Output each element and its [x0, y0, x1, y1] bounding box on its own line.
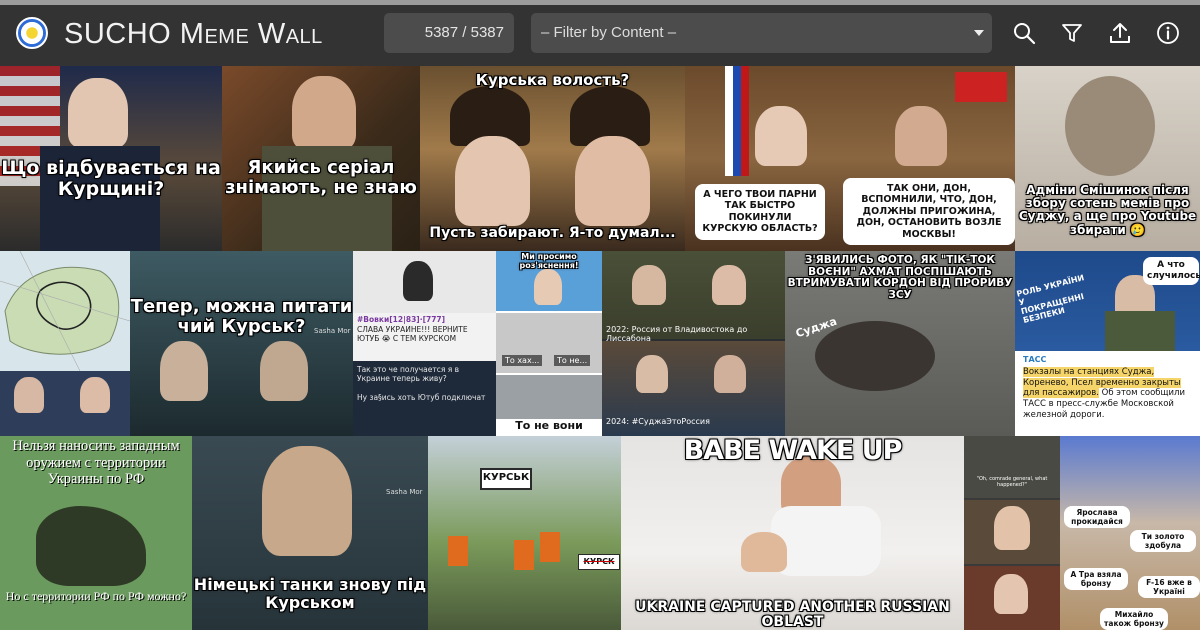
meme-caption-top: Нельзя наносить западным оружием с терри… — [12, 438, 180, 488]
meme-tile-zelensky[interactable]: Якийсь серіал знімають, не знаю — [222, 66, 420, 251]
speech-bubble: А Тра взяла бронзу — [1064, 568, 1128, 590]
chat-message: Ну за§ись хоть Ютуб подключат — [357, 393, 486, 402]
meme-caption-bottom: То не вони — [515, 419, 583, 432]
meme-tile-map[interactable] — [0, 251, 130, 436]
meme-tile-babe-wake-up[interactable]: BABE WAKE UP UKRAINE CAPTURED ANOTHER RU… — [621, 436, 964, 630]
speech-bubble: F-16 вже в Україні — [1138, 576, 1200, 598]
speech-bubble: Михайло також бронзу — [1100, 608, 1168, 630]
chat-message: Так это че получается я в Украине теперь… — [357, 365, 460, 383]
meme-tile-putin-kadyrov[interactable]: А ЧЕГО ТВОИ ПАРНИ ТАК БЫСТРО ПОКИНУЛИ КУ… — [685, 66, 1015, 251]
app-title: SUCHO Meme Wall — [64, 18, 323, 50]
speech-bubble: Ярослава прокидайся — [1064, 506, 1130, 528]
upload-icon[interactable] — [1108, 21, 1132, 45]
chat-header: #Вовки[12|83]·[777] — [357, 315, 446, 324]
road-sign: КУРСК — [578, 554, 620, 570]
meme-tile-chat[interactable]: #Вовки[12|83]·[777] СЛАВА УКРАИНЕ!!! ВЕР… — [353, 251, 496, 436]
meme-tile-kursk-volost[interactable]: Курська волость? Пусть забирают. Я-то ду… — [420, 66, 685, 251]
meme-caption: З'ЯВИЛИСЬ ФОТО, ЯК "ТІК-ТОК ВОЄНИ" АХМАТ… — [787, 254, 1013, 301]
meme-tile-collage[interactable]: "Oh, comrade general, what happened?" — [964, 436, 1060, 630]
meme-caption: Адміни Смішинок після збору сотень мемів… — [1018, 183, 1197, 237]
meme-tile-bronze[interactable]: Ярослава прокидайся Ти золото здобула А … — [1060, 436, 1200, 630]
panel-caption: 2024: #СуджаЭтоРоссия — [606, 417, 710, 426]
meme-caption-bottom: Но с территории РФ по РФ можно? — [5, 589, 187, 603]
meme-tile-kursk-sign[interactable]: КУРСЬК КУРСК — [428, 436, 621, 630]
meme-credit: Sasha Mor — [386, 488, 423, 496]
search-icon[interactable] — [1012, 21, 1036, 45]
meme-caption-top: Ми просимо роз'яснення! — [519, 252, 579, 270]
info-icon[interactable] — [1156, 21, 1180, 45]
chevron-down-icon — [974, 30, 984, 36]
filter-by-content-select[interactable]: – Filter by Content – — [531, 13, 992, 53]
meme-tile-budanov[interactable]: РОЛЬ УКРАЇНИ У ПОКРАЩЕННІ БЕЗПЕКИ А что … — [1015, 251, 1200, 436]
meme-wall: Що відбувається на Курщині? Якийсь серіа… — [0, 66, 1200, 630]
speech-bubble: Ти золото здобула — [1130, 530, 1196, 552]
meme-credit: Sasha Mor — [314, 327, 351, 335]
filter-icon[interactable] — [1060, 21, 1084, 45]
news-source: ТАСС — [1023, 355, 1047, 364]
meme-tile-tiktok-cat[interactable]: З'ЯВИЛИСЬ ФОТО, ЯК "ТІК-ТОК ВОЄНИ" АХМАТ… — [785, 251, 1015, 436]
meme-caption: "Oh, comrade general, what happened?" — [976, 476, 1048, 488]
meme-tile-biden[interactable]: Що відбувається на Курщині? — [0, 66, 222, 251]
speech-bubble-left: А ЧЕГО ТВОИ ПАРНИ ТАК БЫСТРО ПОКИНУЛИ КУ… — [695, 184, 825, 240]
meme-caption: Що відбувається на Курщині? — [1, 157, 221, 200]
road-sign: КУРСЬК — [480, 468, 532, 490]
meme-tile-mcconaughey[interactable]: Sasha Mor Німецькі танки знову під Курсь… — [192, 436, 428, 630]
meme-caption-bottom: UKRAINE CAPTURED ANOTHER RUSSIAN OBLAST — [635, 599, 950, 630]
panel-label: То хах... — [502, 355, 543, 366]
meme-tile-shutter-island[interactable]: Тепер, можна питати чий Курськ? Sasha Mo… — [130, 251, 353, 436]
meme-tile-vladivostok[interactable]: 2022: Россия от Владивостока до Лиссабон… — [602, 251, 785, 436]
meme-caption-top: BABE WAKE UP — [683, 436, 903, 466]
speech-bubble-right: ТАК ОНИ, ДОН, ВСПОМНИЛИ, ЧТО, ДОН, ДОЛЖН… — [843, 178, 1015, 245]
filter-select-label: – Filter by Content – — [541, 24, 677, 41]
meme-tile-zakharova[interactable]: Ми просимо роз'яснення! То хах... То не.… — [496, 251, 602, 436]
top-bar: SUCHO Meme Wall 5387 / 5387 – Filter by … — [0, 0, 1200, 66]
meme-caption: Якийсь серіал знімають, не знаю — [225, 157, 417, 198]
news-text: Вокзалы на станциях Суджа, Коренево, Псе… — [1023, 367, 1193, 420]
meme-caption-top: Курська волость? — [475, 71, 630, 89]
speech-bubble: А что случилось? — [1143, 257, 1200, 285]
meme-tile-cat-admins[interactable]: Адміни Смішинок після збору сотень мемів… — [1015, 66, 1200, 251]
meme-caption: Німецькі танки знову під Курськом — [193, 575, 427, 612]
meme-caption-bottom: Пусть забирают. Я-то думал... — [429, 225, 676, 241]
chat-message: СЛАВА УКРАИНЕ!!! ВЕРНИТЕ ЮТУБ 😭 С ТЕМ КУ… — [357, 325, 468, 343]
sucho-logo-icon — [16, 17, 48, 49]
meme-tile-philosoraptor[interactable]: Нельзя наносить западным оружием с терри… — [0, 436, 192, 630]
panel-label: То не... — [554, 355, 591, 366]
meme-counter[interactable]: 5387 / 5387 — [384, 13, 514, 53]
